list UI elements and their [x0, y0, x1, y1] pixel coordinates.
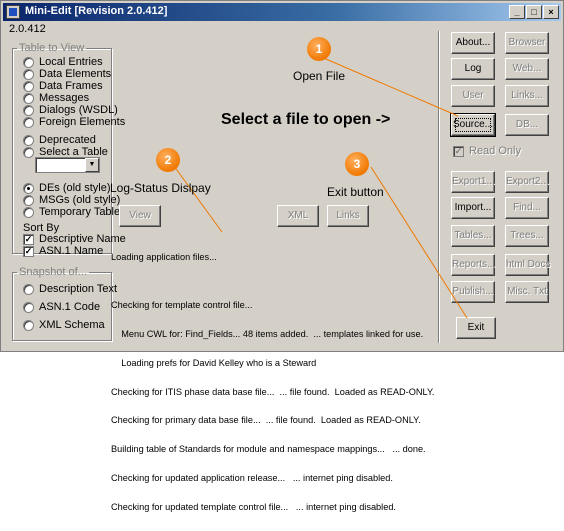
check-icon: ✓ — [23, 233, 34, 245]
radio-icon — [23, 68, 34, 80]
callout-2-label: Log-Status Dislpay — [110, 181, 211, 195]
radio-icon — [23, 301, 34, 313]
radio-label: Temporary Table — [39, 206, 121, 218]
radio-icon — [23, 134, 34, 146]
trees-button[interactable]: Trees... — [505, 225, 549, 247]
checkbox-label: ASN.1 Name — [39, 245, 104, 257]
radio-description-text[interactable]: Description Text — [23, 283, 117, 295]
select-file-instruction: Select a file to open -> — [221, 111, 391, 128]
radio-data-elements[interactable]: Data Elements — [23, 68, 111, 80]
callout-2-badge: 2 — [156, 148, 180, 172]
callout-3-badge: 3 — [345, 152, 369, 176]
export1-button[interactable]: Export1... — [451, 171, 495, 193]
radio-msgs-old-style[interactable]: MSGs (old style) — [23, 194, 120, 206]
radio-label: MSGs (old style) — [39, 194, 121, 206]
radio-icon — [23, 206, 34, 218]
table-to-view-legend: Table to View — [19, 42, 85, 54]
mini-edit-window: Mini-Edit [Revision 2.0.412] _ □ × 2.0.4… — [0, 0, 564, 512]
radio-icon — [23, 104, 34, 116]
chevron-down-icon[interactable]: ▼ — [85, 158, 99, 172]
log-status-display: Loading application files... Checking fo… — [111, 234, 434, 512]
radio-icon — [23, 182, 34, 194]
radio-label: Deprecated — [39, 134, 96, 146]
radio-icon — [23, 194, 34, 206]
radio-label: Local Entries — [39, 56, 103, 68]
log-line: Checking for primary data base file... .… — [111, 415, 421, 426]
radio-label: Messages — [39, 92, 90, 104]
radio-label: ASN.1 Code — [39, 301, 101, 313]
radio-label: Dialogs (WSDL) — [39, 104, 118, 116]
snapshot-legend: Snapshot of... — [19, 266, 87, 278]
callout-1-badge: 1 — [307, 37, 331, 61]
exit-button[interactable]: Exit — [456, 317, 496, 339]
radio-messages[interactable]: Messages — [23, 92, 89, 104]
radio-label: Data Elements — [39, 68, 112, 80]
minimize-button[interactable]: _ — [509, 5, 525, 19]
find-button[interactable]: Find... — [505, 197, 549, 219]
radio-xml-schema[interactable]: XML Schema — [23, 319, 105, 331]
callout-1-label: Open File — [293, 69, 346, 83]
table-select[interactable]: ▼ — [35, 157, 100, 173]
log-line: Loading prefs for David Kelley who is a … — [111, 357, 317, 368]
web-button[interactable]: Web... — [505, 58, 549, 80]
radio-deprecated[interactable]: Deprecated — [23, 134, 96, 146]
log-line: Menu CWL for: Find_Fields... 48 items ad… — [111, 328, 424, 339]
radio-local-entries[interactable]: Local Entries — [23, 56, 103, 68]
links-center-button[interactable]: Links — [327, 205, 369, 227]
log-button[interactable]: Log — [451, 58, 495, 80]
check-icon: ✓ — [453, 145, 464, 157]
log-line: Building table of Standards for module a… — [111, 444, 426, 455]
publish-button[interactable]: Publish... — [451, 281, 495, 303]
radio-asn1-code[interactable]: ASN.1 Code — [23, 301, 100, 313]
read-only-checkbox[interactable]: ✓ Read Only — [453, 145, 521, 157]
radio-dialogs[interactable]: Dialogs (WSDL) — [23, 104, 118, 116]
radio-icon — [23, 116, 34, 128]
reports-button[interactable]: Reports... — [451, 254, 495, 276]
maximize-button[interactable]: □ — [526, 5, 542, 19]
radio-temporary-table[interactable]: Temporary Table — [23, 206, 120, 218]
radio-des-old-style[interactable]: DEs (old style) — [23, 182, 111, 194]
title-bar[interactable]: Mini-Edit [Revision 2.0.412] _ □ × — [3, 3, 561, 21]
radio-icon — [23, 56, 34, 68]
radio-icon — [23, 80, 34, 92]
about-button[interactable]: About... — [451, 32, 495, 54]
vertical-divider — [438, 31, 440, 343]
user-button[interactable]: User — [451, 85, 495, 107]
radio-icon — [23, 319, 34, 331]
radio-foreign-elements[interactable]: Foreign Elements — [23, 116, 125, 128]
misc-txt-button[interactable]: Misc. Txt — [505, 281, 549, 303]
checkbox-label: Read Only — [469, 145, 521, 157]
window-title: Mini-Edit [Revision 2.0.412] — [25, 5, 168, 17]
log-line: Checking for updated template control fi… — [111, 501, 396, 512]
db-button[interactable]: DB... — [505, 114, 549, 136]
radio-label: Description Text — [39, 283, 118, 295]
source-button[interactable]: Source... — [450, 113, 496, 137]
radio-label: Foreign Elements — [39, 116, 126, 128]
version-label: 2.0.412 — [9, 23, 46, 35]
radio-label: DEs (old style) — [39, 182, 111, 194]
export2-button[interactable]: Export2... — [505, 171, 549, 193]
radio-icon — [23, 283, 34, 295]
tables-button[interactable]: Tables... — [451, 225, 495, 247]
log-line: Checking for ITIS phase data base file..… — [111, 386, 435, 397]
html-docs-button[interactable]: html Docs — [505, 254, 550, 276]
radio-icon — [23, 92, 34, 104]
xml-button[interactable]: XML — [277, 205, 319, 227]
links-button[interactable]: Links... — [505, 85, 549, 107]
radio-data-frames[interactable]: Data Frames — [23, 80, 103, 92]
radio-icon — [23, 146, 34, 158]
app-icon — [6, 5, 20, 19]
import-button[interactable]: Import... — [451, 197, 495, 219]
sort-asn1-name-checkbox[interactable]: ✓ ASN.1 Name — [23, 245, 103, 257]
close-button[interactable]: × — [543, 5, 559, 19]
callout-3-label: Exit button — [327, 185, 384, 199]
log-line: Checking for template control file... — [111, 300, 253, 311]
radio-label: Data Frames — [39, 80, 103, 92]
log-line: Checking for updated application release… — [111, 472, 393, 483]
log-line: Loading application files... — [111, 252, 217, 263]
radio-label: XML Schema — [39, 319, 105, 331]
check-icon: ✓ — [23, 245, 34, 257]
browser-button[interactable]: Browser — [505, 32, 549, 54]
view-button[interactable]: View — [119, 205, 161, 227]
